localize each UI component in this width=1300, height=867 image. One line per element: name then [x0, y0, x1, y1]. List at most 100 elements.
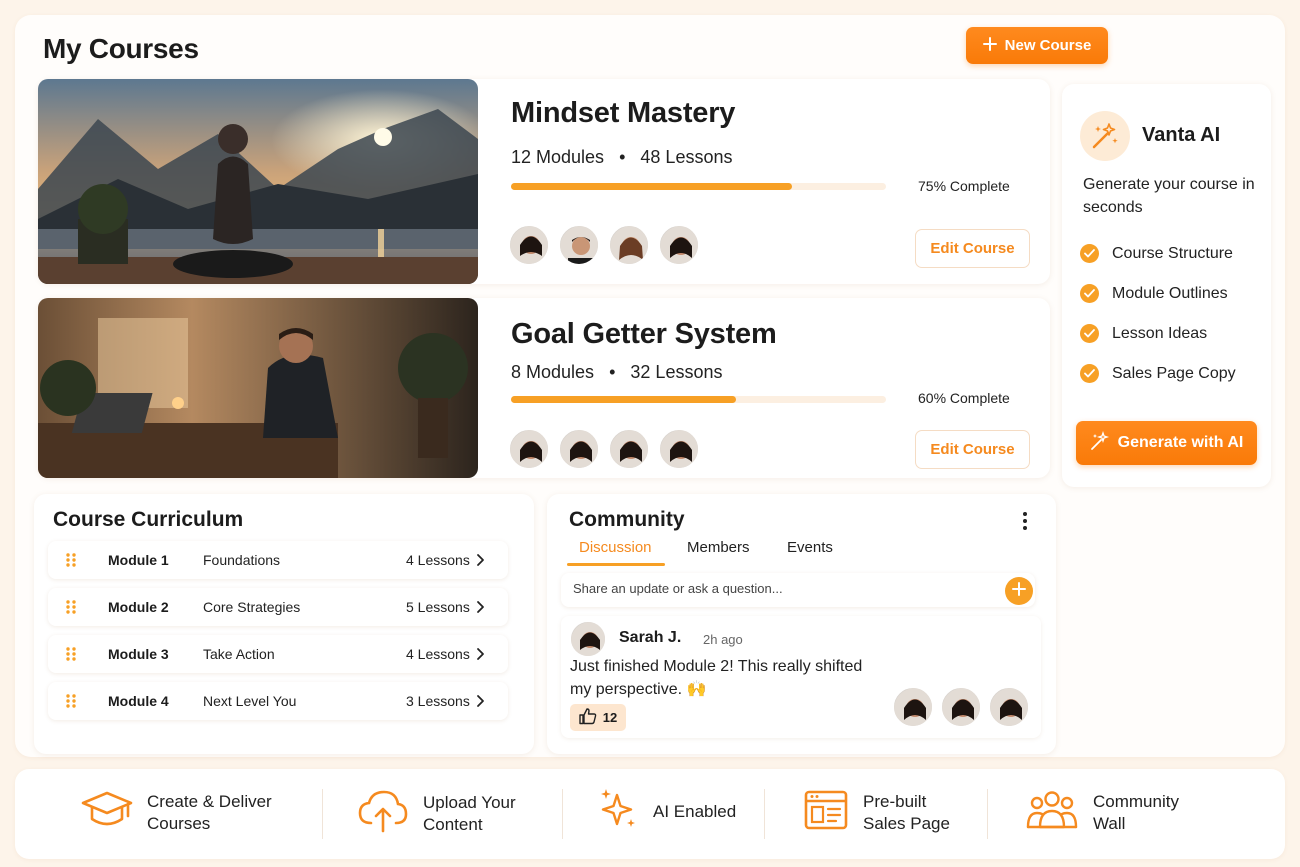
generate-label: Generate with AI	[1117, 434, 1244, 451]
member-avatars	[508, 224, 700, 266]
chevron-right-icon[interactable]	[476, 600, 485, 619]
progress-fill	[511, 183, 793, 190]
more-options-icon[interactable]	[1022, 511, 1028, 536]
module-number: Module 2	[108, 599, 169, 615]
module-count: 8 Modules	[511, 362, 595, 382]
ai-feature-item: Lesson Ideas	[1080, 324, 1207, 343]
module-row[interactable]: Module 1 Foundations 4 Lessons	[48, 541, 508, 579]
course-card-goal-getter-system[interactable]: Goal Getter System 8 Modules • 32 Lesson…	[38, 298, 1050, 478]
sales-page-icon	[803, 789, 849, 837]
post-author[interactable]: Sarah J.	[619, 629, 681, 647]
post-card: Sarah J. 2h ago Just finished Module 2! …	[561, 616, 1041, 738]
course-title: Goal Getter System	[511, 318, 777, 350]
avatar[interactable]	[569, 620, 607, 658]
feature-label: Community Wall	[1093, 792, 1179, 833]
magic-wand-icon	[1080, 111, 1130, 161]
edit-course-button[interactable]: Edit Course	[915, 229, 1030, 268]
module-row[interactable]: Module 2 Core Strategies 5 Lessons	[48, 588, 508, 626]
tab-events[interactable]: Events	[787, 539, 833, 556]
meta-separator: •	[619, 147, 626, 167]
progress-label: 60% Complete	[918, 390, 1010, 406]
course-card-mindset-mastery[interactable]: Mindset Mastery 12 Modules • 48 Lessons …	[38, 79, 1050, 284]
chevron-right-icon[interactable]	[476, 553, 485, 572]
chevron-right-icon[interactable]	[476, 694, 485, 713]
like-button[interactable]: 12	[570, 704, 626, 731]
post-text: Just finished Module 2! This really shif…	[570, 658, 863, 698]
module-lesson-count: 5 Lessons	[406, 599, 470, 615]
progress-fill	[511, 396, 736, 403]
graduation-cap-icon	[81, 789, 133, 837]
avatar	[508, 224, 550, 266]
avatar	[658, 224, 700, 266]
tab-members[interactable]: Members	[687, 539, 750, 556]
ai-feature-item: Course Structure	[1080, 244, 1233, 263]
feature-label: AI Enabled	[653, 802, 737, 821]
feature-community-wall: Community Wall	[1025, 789, 1193, 837]
community-panel: Community Discussion Members Events Sara…	[547, 494, 1056, 754]
divider	[562, 789, 563, 839]
feature-upload-content: Upload Your Content	[357, 789, 533, 839]
post-time: 2h ago	[703, 632, 743, 647]
chevron-right-icon[interactable]	[476, 647, 485, 666]
course-meta: 12 Modules • 48 Lessons	[511, 147, 732, 168]
progress-bar	[511, 183, 886, 190]
module-count: 12 Modules	[511, 147, 605, 167]
plus-icon	[982, 36, 997, 55]
drag-handle-icon[interactable]	[66, 600, 76, 619]
community-icon	[1025, 789, 1079, 837]
avatar	[988, 686, 1030, 728]
lesson-count: 32 Lessons	[630, 362, 723, 382]
feature-label: Create & Deliver Courses	[147, 792, 272, 833]
avatar	[892, 686, 934, 728]
ai-feature-label: Course Structure	[1112, 244, 1233, 262]
progress-bar	[511, 396, 886, 403]
drag-handle-icon[interactable]	[66, 694, 76, 713]
module-row[interactable]: Module 3 Take Action 4 Lessons	[48, 635, 508, 673]
module-lesson-count: 3 Lessons	[406, 693, 470, 709]
module-name: Take Action	[203, 646, 275, 662]
check-icon	[1080, 324, 1099, 343]
add-post-button[interactable]	[1005, 577, 1033, 605]
drag-handle-icon[interactable]	[66, 553, 76, 572]
drag-handle-icon[interactable]	[66, 647, 76, 666]
avatar	[608, 224, 650, 266]
divider	[987, 789, 988, 839]
ai-description: Generate your course in seconds	[1083, 176, 1255, 216]
sparkles-icon	[597, 787, 639, 837]
edit-course-button[interactable]: Edit Course	[915, 430, 1030, 469]
lesson-count: 48 Lessons	[640, 147, 733, 167]
divider	[764, 789, 765, 839]
check-icon	[1080, 244, 1099, 263]
module-lesson-count: 4 Lessons	[406, 646, 470, 662]
ai-feature-item: Module Outlines	[1080, 284, 1228, 303]
community-title: Community	[569, 508, 685, 531]
generate-with-ai-button[interactable]: Generate with AI	[1076, 421, 1257, 465]
magic-wand-icon	[1090, 430, 1110, 456]
avatar	[558, 224, 600, 266]
avatar	[658, 428, 700, 470]
tab-discussion[interactable]: Discussion	[579, 539, 652, 556]
feature-label: Upload Your Content	[423, 793, 516, 834]
plus-icon	[1012, 581, 1026, 601]
module-name: Foundations	[203, 552, 281, 568]
feature-label: Pre-built Sales Page	[863, 792, 950, 833]
module-number: Module 1	[108, 552, 169, 568]
thumbs-up-icon	[579, 707, 597, 728]
avatar	[558, 428, 600, 470]
new-course-button[interactable]: New Course	[966, 27, 1108, 64]
avatar	[940, 686, 982, 728]
new-course-label: New Course	[1004, 37, 1092, 54]
module-row[interactable]: Module 4 Next Level You 3 Lessons	[48, 682, 508, 720]
course-meta: 8 Modules • 32 Lessons	[511, 362, 722, 383]
ai-feature-label: Lesson Ideas	[1112, 324, 1208, 342]
meta-separator: •	[609, 362, 616, 382]
ai-feature-label: Sales Page Copy	[1112, 364, 1236, 382]
feature-sales-page: Pre-built Sales Page	[803, 789, 963, 837]
avatar	[608, 428, 650, 470]
module-name: Next Level You	[203, 693, 297, 709]
page-title: My Courses	[43, 33, 199, 64]
ai-feature-label: Module Outlines	[1112, 284, 1228, 302]
module-number: Module 3	[108, 646, 169, 662]
feature-create-deliver: Create & Deliver Courses	[81, 789, 287, 837]
share-input[interactable]	[573, 581, 993, 596]
